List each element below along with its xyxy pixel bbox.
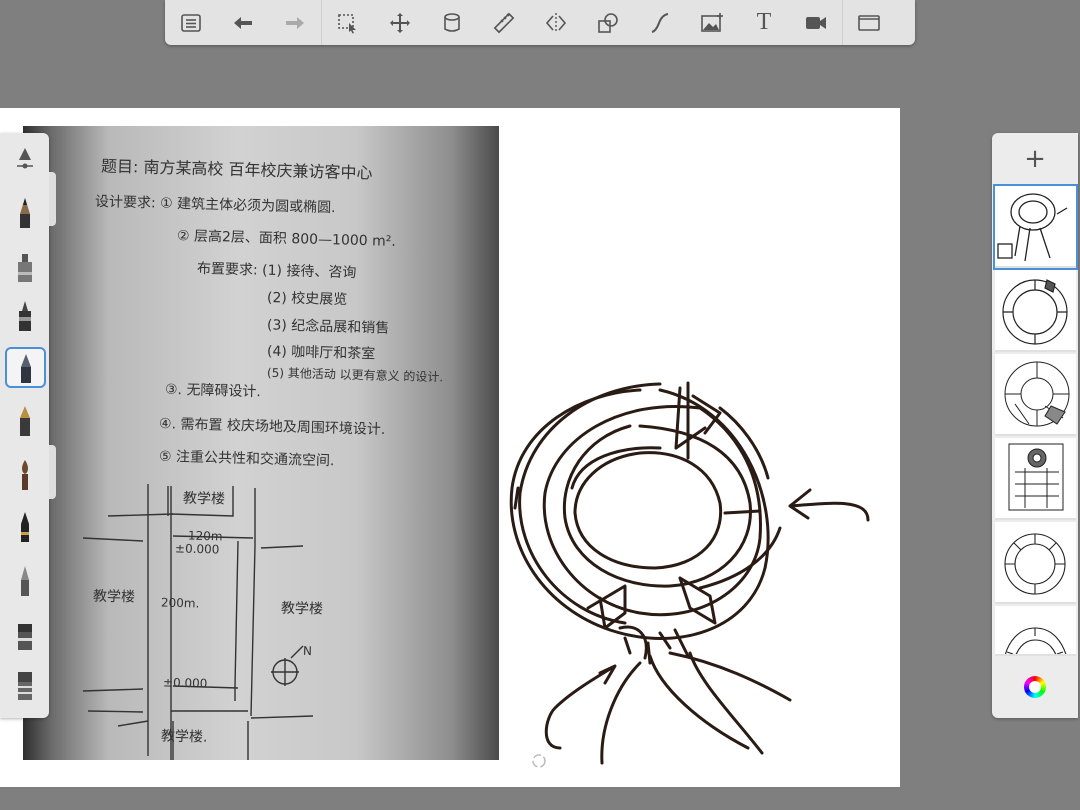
layers-panel: + xyxy=(992,133,1078,718)
pencil-icon xyxy=(20,198,30,228)
soft-pencil-tool[interactable] xyxy=(5,561,45,601)
curve-button[interactable] xyxy=(634,0,686,45)
layer-thumbnail-sketch xyxy=(1004,533,1066,595)
fountain-pen-icon xyxy=(20,406,30,436)
layer-thumbnail-sketch xyxy=(997,193,1068,262)
shape-button[interactable] xyxy=(582,0,634,45)
paintbrush-icon xyxy=(22,460,28,490)
main-toolbar: T xyxy=(165,0,915,45)
brush-pen-tool[interactable] xyxy=(5,507,45,547)
marker-tool[interactable] xyxy=(5,247,45,287)
airbrush-tool[interactable] xyxy=(5,347,46,388)
fullscreen-button[interactable] xyxy=(843,0,895,45)
site-length-label: 200m. xyxy=(160,595,200,611)
layers-list-button[interactable] xyxy=(165,0,217,45)
brush-palette-handle[interactable] xyxy=(49,445,56,499)
symmetry-button[interactable] xyxy=(530,0,582,45)
site-label-left: 教学楼 xyxy=(92,588,136,606)
toolbar-group-tools: T xyxy=(322,0,842,45)
paintbrush-tool[interactable] xyxy=(5,455,45,495)
fullscreen-icon xyxy=(858,14,880,31)
site-label-bottom: 教学楼. xyxy=(160,728,208,746)
site-label-top: 教学楼 xyxy=(182,490,226,508)
layer-thumbnail-sketch xyxy=(1002,279,1068,345)
fill-button[interactable] xyxy=(426,0,478,45)
redo-button[interactable] xyxy=(269,0,321,45)
ruler-icon xyxy=(493,12,515,33)
undo-button[interactable] xyxy=(217,0,269,45)
ink-pen-tool[interactable] xyxy=(5,296,45,336)
brush-pen-icon xyxy=(21,512,29,542)
smudge-icon xyxy=(18,672,32,700)
site-level-top: ±0.000 xyxy=(174,541,220,557)
redo-icon xyxy=(286,16,304,29)
layer-thumbnail[interactable] xyxy=(995,522,1076,604)
text-tool-icon: T xyxy=(756,9,772,35)
text-tool-button[interactable]: T xyxy=(738,0,790,45)
drawing-canvas[interactable]: 题目: 南方某高校 百年校庆兼访客中心 设计要求: ① 建筑主体必须为圆或椭圆.… xyxy=(0,108,900,787)
shape-icon xyxy=(598,12,618,33)
pencil-tool[interactable] xyxy=(5,193,45,233)
brush-palette-handle[interactable] xyxy=(49,172,56,226)
photo-line-6: (3) 纪念品展和销售 xyxy=(266,317,390,337)
north-label: N xyxy=(302,643,313,659)
layer-thumbnail[interactable] xyxy=(995,438,1076,520)
photo-line-4: 布置要求: (1) 接待、咨询 xyxy=(196,260,357,282)
layer-thumbnail-sketch xyxy=(1005,627,1067,654)
layer-thumbnail[interactable] xyxy=(993,184,1078,270)
loading-spinner-icon xyxy=(532,754,546,768)
airbrush-icon xyxy=(20,353,31,383)
curve-icon xyxy=(651,12,669,33)
layer-thumbnail-sketch xyxy=(1008,443,1064,511)
fill-icon xyxy=(444,12,460,32)
add-layer-button[interactable]: + xyxy=(992,143,1078,175)
video-icon xyxy=(806,16,826,29)
photo-line-7: (4) 咖啡厅和茶室 xyxy=(266,343,376,363)
marker-icon xyxy=(18,254,32,282)
eraser-icon xyxy=(18,624,32,650)
transform-icon xyxy=(390,12,410,33)
photo-line-5: (2) 校史展览 xyxy=(266,289,348,309)
eraser-tool[interactable] xyxy=(5,615,45,655)
fountain-pen-tool[interactable] xyxy=(5,401,45,441)
layer-thumbnail-sketch xyxy=(1004,361,1070,427)
image-icon xyxy=(701,12,723,32)
layer-thumbnail[interactable] xyxy=(995,270,1076,352)
image-button[interactable] xyxy=(686,0,738,45)
brush-settings-button[interactable] xyxy=(5,139,45,179)
selection-icon xyxy=(338,13,356,33)
ring-sketch xyxy=(509,381,870,765)
toolbar-group-history xyxy=(165,0,321,45)
site-label-right: 教学楼 xyxy=(280,600,324,618)
brush-settings-icon xyxy=(17,148,33,169)
ruler-button[interactable] xyxy=(478,0,530,45)
video-button[interactable] xyxy=(790,0,842,45)
selection-button[interactable] xyxy=(322,0,374,45)
transform-button[interactable] xyxy=(374,0,426,45)
layer-thumbnail[interactable] xyxy=(995,354,1076,436)
smudge-tool[interactable] xyxy=(5,665,45,705)
undo-icon xyxy=(234,16,252,29)
brush-palette xyxy=(0,133,49,718)
site-plan-sketch xyxy=(82,484,314,760)
site-level-bottom: ±0.000 xyxy=(162,675,208,691)
photo-line-9: ③. 无障碍设计. xyxy=(164,381,262,401)
soft-pencil-icon xyxy=(21,566,29,596)
layers-list-icon xyxy=(181,13,201,32)
reference-photo[interactable]: 题目: 南方某高校 百年校庆兼访客中心 设计要求: ① 建筑主体必须为圆或椭圆.… xyxy=(23,126,499,760)
ink-pen-icon xyxy=(19,301,31,331)
color-picker-button[interactable] xyxy=(1024,676,1046,698)
layer-thumbnail[interactable] xyxy=(995,606,1076,656)
symmetry-icon xyxy=(545,12,567,33)
